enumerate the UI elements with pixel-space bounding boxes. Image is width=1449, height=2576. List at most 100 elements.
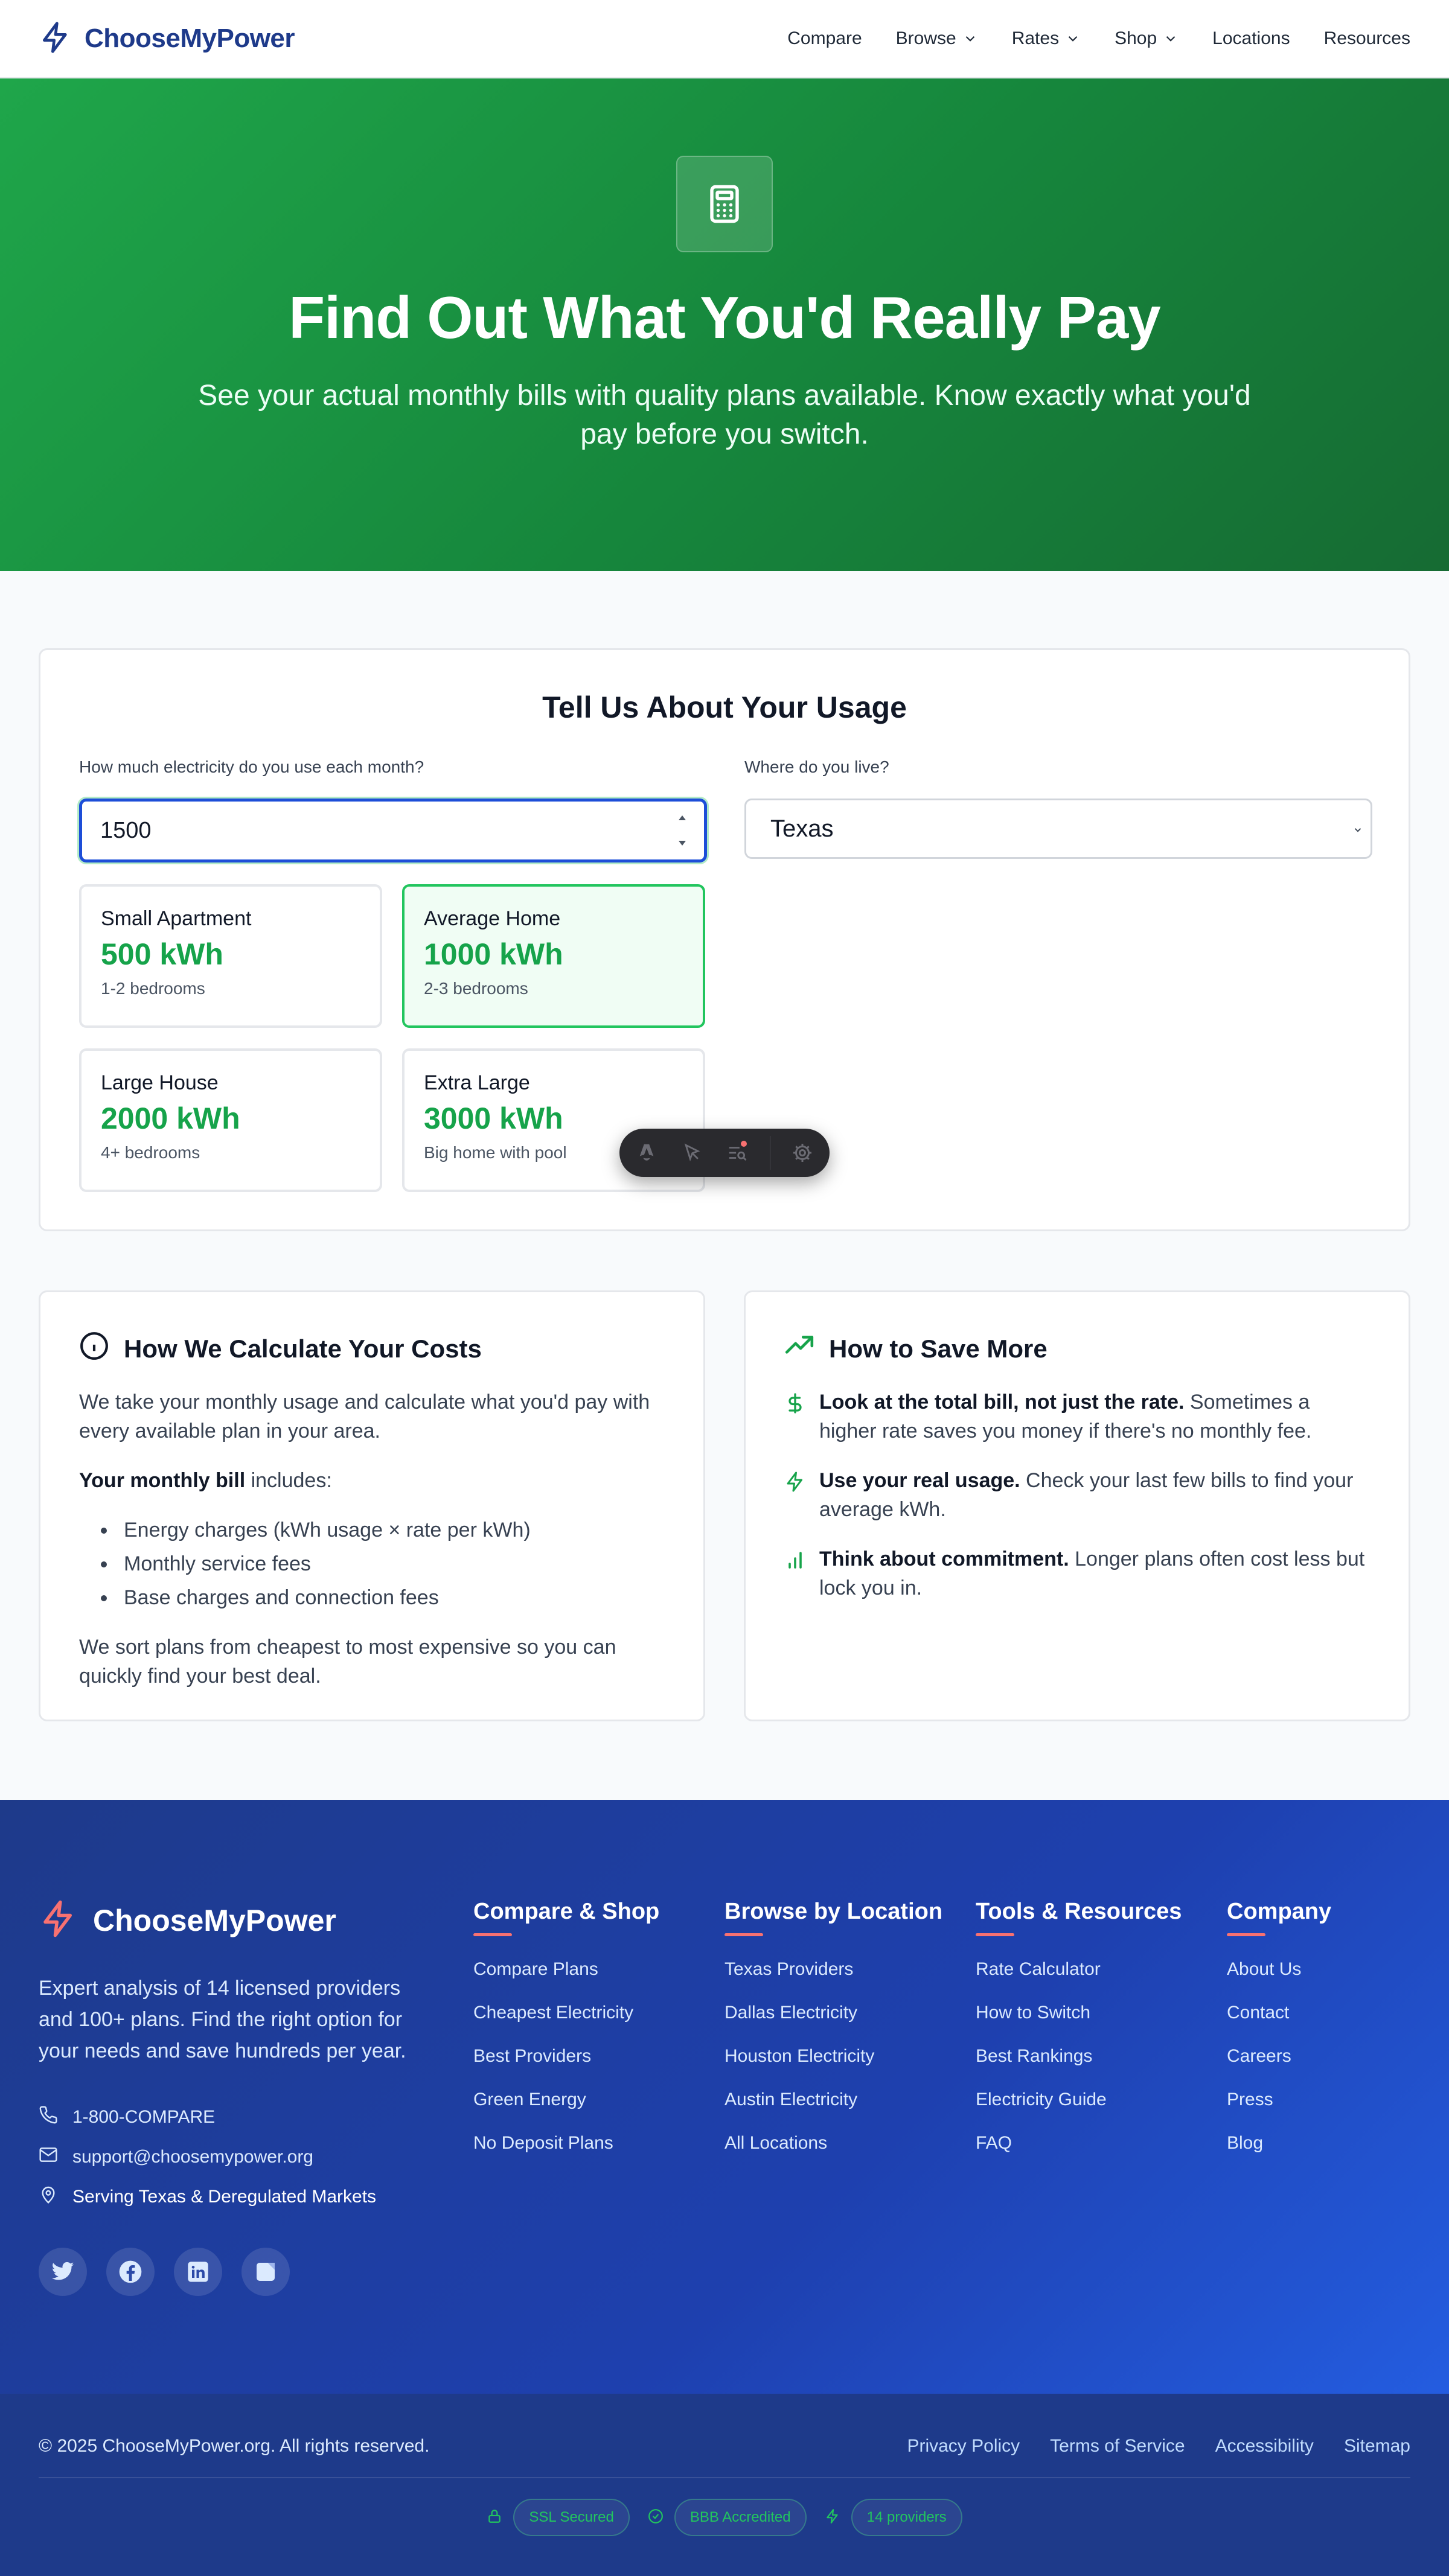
- footer-link[interactable]: Houston Electricity: [724, 2046, 942, 2067]
- location-select[interactable]: Texas: [744, 799, 1372, 859]
- footer-link[interactable]: Austin Electricity: [724, 2090, 942, 2110]
- chevron-down-icon: [1354, 828, 1361, 832]
- list-item: Base charges and connection fees: [97, 1581, 665, 1615]
- tip-item: Use your real usage. Check your last few…: [784, 1466, 1370, 1524]
- footer-brand-name: ChooseMyPower: [93, 1903, 336, 1937]
- nav-links: Compare Browse Rates Shop Locations Reso…: [787, 28, 1410, 49]
- footer-link[interactable]: Cheapest Electricity: [473, 2003, 659, 2023]
- footer-link[interactable]: All Locations: [724, 2133, 942, 2154]
- legal-links: Privacy Policy Terms of Service Accessib…: [907, 2436, 1410, 2456]
- hero-title: Find Out What You'd Really Pay: [289, 284, 1161, 351]
- usage-input-value: 1500: [100, 817, 152, 843]
- sitemap-link[interactable]: Sitemap: [1344, 2436, 1410, 2456]
- list-item: Monthly service fees: [97, 1547, 665, 1581]
- footer-bottom-bar: [0, 2394, 1449, 2576]
- nav-resources[interactable]: Resources: [1324, 28, 1410, 49]
- instagram-icon[interactable]: [242, 2248, 290, 2296]
- notification-dot: [740, 1141, 747, 1147]
- preset-small-apartment[interactable]: Small Apartment 500 kWh 1-2 bedrooms: [79, 884, 382, 1028]
- location-select-value: Texas: [770, 815, 834, 842]
- footer-col-tools: Tools & Resources Rate Calculator How to…: [976, 1899, 1182, 2154]
- nav-browse[interactable]: Browse: [896, 28, 978, 49]
- brand-logo[interactable]: ChooseMyPower: [39, 21, 295, 57]
- number-spinner[interactable]: [676, 815, 688, 846]
- footer-link[interactable]: Contact: [1227, 2003, 1331, 2023]
- usage-label: How much electricity do you use each mon…: [79, 757, 424, 776]
- footer-brand[interactable]: ChooseMyPower: [39, 1899, 336, 1942]
- calculation-card: How We Calculate Your Costs We take your…: [39, 1290, 705, 1721]
- toolbar-divider: [769, 1136, 771, 1170]
- footer-link[interactable]: Rate Calculator: [976, 1959, 1182, 1980]
- spinner-up-icon[interactable]: [678, 815, 686, 821]
- trust-badges: SSL Secured BBB Accredited 14 providers: [0, 2499, 1449, 2536]
- map-pin-icon: [39, 2185, 58, 2209]
- lightning-icon: [39, 1899, 78, 1942]
- nav-locations[interactable]: Locations: [1212, 28, 1290, 49]
- footer-service-area: Serving Texas & Deregulated Markets: [39, 2185, 376, 2209]
- footer-description: Expert analysis of 14 licensed providers…: [39, 1977, 406, 2062]
- footer-link[interactable]: How to Switch: [976, 2003, 1182, 2023]
- footer-link[interactable]: FAQ: [976, 2133, 1182, 2154]
- terms-link[interactable]: Terms of Service: [1050, 2436, 1185, 2456]
- chevron-down-icon: [1068, 36, 1078, 42]
- usage-input[interactable]: 1500: [79, 799, 707, 862]
- nav-rates[interactable]: Rates: [1012, 28, 1081, 49]
- title-underline: [724, 1933, 763, 1936]
- footer-link[interactable]: Careers: [1227, 2046, 1331, 2067]
- footer-link[interactable]: Best Providers: [473, 2046, 659, 2067]
- mail-icon: [39, 2145, 58, 2169]
- calculation-bill-line: Your monthly bill includes:: [79, 1469, 332, 1492]
- calculation-intro: We take your monthly usage and calculate…: [79, 1391, 650, 1443]
- brand-name: ChooseMyPower: [85, 24, 295, 53]
- copyright: © 2025 ChooseMyPower.org. All rights res…: [39, 2436, 430, 2456]
- usage-title: Tell Us About Your Usage: [542, 690, 907, 724]
- footer-link[interactable]: Compare Plans: [473, 1959, 659, 1980]
- footer-link[interactable]: Green Energy: [473, 2090, 659, 2110]
- footer-link[interactable]: Blog: [1227, 2133, 1331, 2154]
- calculation-list: Energy charges (kWh usage × rate per kWh…: [97, 1513, 665, 1615]
- footer-link[interactable]: Press: [1227, 2090, 1331, 2110]
- check-circle-icon: [648, 2508, 664, 2527]
- footer-link[interactable]: No Deposit Plans: [473, 2133, 659, 2154]
- footer-link[interactable]: Texas Providers: [724, 1959, 942, 1980]
- linkedin-icon[interactable]: [174, 2248, 222, 2296]
- location-label: Where do you live?: [744, 757, 889, 776]
- inspect-cursor-icon[interactable]: [679, 1136, 706, 1170]
- facebook-icon[interactable]: [106, 2248, 155, 2296]
- footer-email[interactable]: support@choosemypower.org: [39, 2145, 313, 2169]
- lightning-icon: [825, 2508, 840, 2527]
- status-badge: BBB Accredited: [674, 2499, 807, 2536]
- save-tips-card: How to Save More Look at the total bill,…: [744, 1290, 1410, 1721]
- preset-average-home[interactable]: Average Home 1000 kWh 2-3 bedrooms: [402, 884, 705, 1028]
- astro-icon[interactable]: [633, 1136, 661, 1170]
- footer-link[interactable]: Dallas Electricity: [724, 2003, 942, 2023]
- hero-section: Find Out What You'd Really Pay See your …: [0, 78, 1449, 571]
- spinner-down-icon[interactable]: [678, 840, 686, 846]
- footer-link[interactable]: Best Rankings: [976, 2046, 1182, 2067]
- footer-link[interactable]: About Us: [1227, 1959, 1331, 1980]
- audit-list-icon[interactable]: [724, 1136, 752, 1170]
- title-underline: [473, 1933, 512, 1936]
- nav-compare[interactable]: Compare: [787, 28, 862, 49]
- floating-toolbar: [619, 1129, 830, 1177]
- footer-link[interactable]: Electricity Guide: [976, 2090, 1182, 2110]
- settings-gear-icon[interactable]: [788, 1136, 816, 1170]
- footer-col-company: Company About Us Contact Careers Press B…: [1227, 1899, 1332, 2154]
- twitter-icon[interactable]: [39, 2248, 87, 2296]
- lightning-icon: [39, 21, 72, 57]
- status-badge: SSL Secured: [513, 2499, 630, 2536]
- privacy-link[interactable]: Privacy Policy: [907, 2436, 1020, 2456]
- footer-phone[interactable]: 1-800-COMPARE: [39, 2105, 215, 2129]
- calculator-icon: [676, 156, 773, 252]
- trending-up-icon: [784, 1331, 814, 1367]
- chevron-down-icon: [965, 36, 974, 42]
- save-tips-title: How to Save More: [829, 1334, 1048, 1363]
- calculation-outro: We sort plans from cheapest to most expe…: [79, 1636, 616, 1688]
- nav-shop[interactable]: Shop: [1115, 28, 1179, 49]
- bar-chart-icon: [784, 1548, 806, 1602]
- preset-large-house[interactable]: Large House 2000 kWh 4+ bedrooms: [79, 1048, 382, 1192]
- title-underline: [1227, 1933, 1265, 1936]
- accessibility-link[interactable]: Accessibility: [1215, 2436, 1314, 2456]
- phone-icon: [39, 2105, 58, 2129]
- chevron-down-icon: [1166, 36, 1176, 42]
